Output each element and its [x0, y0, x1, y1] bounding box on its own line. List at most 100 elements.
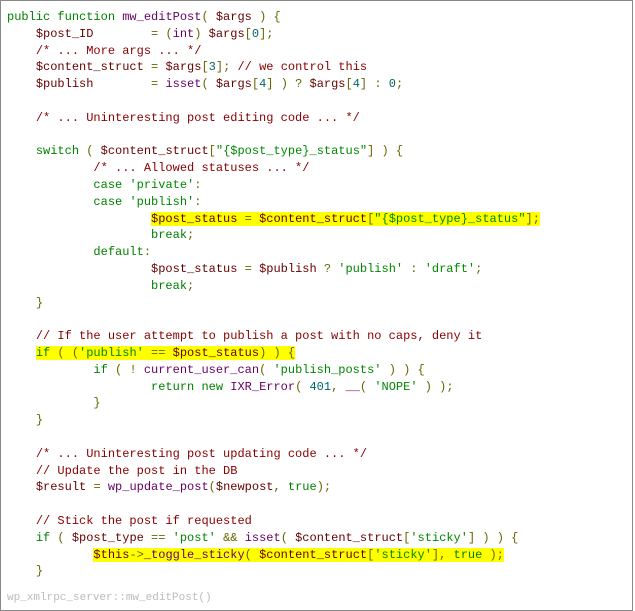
op: ;: [187, 228, 194, 242]
var: $args: [209, 27, 245, 41]
op: (: [165, 27, 172, 41]
op: (: [86, 144, 93, 158]
op: ],: [432, 548, 446, 562]
op: ]: [468, 531, 475, 545]
op: }: [36, 296, 43, 310]
comment: // Stick the post if requested: [36, 514, 252, 528]
num: 4: [353, 77, 360, 91]
kw-public: public: [7, 10, 50, 24]
var: $post_status: [173, 346, 259, 360]
op: ;: [187, 279, 194, 293]
op: }: [36, 564, 43, 578]
kw: case: [93, 195, 122, 209]
op: [: [252, 77, 259, 91]
str: 'publish': [338, 262, 403, 276]
fn: current_user_can: [144, 363, 259, 377]
op: (: [57, 531, 64, 545]
op: ): [259, 10, 266, 24]
op: ): [259, 346, 266, 360]
op: (: [259, 363, 266, 377]
op: =: [151, 77, 158, 91]
comment: /* ... Uninteresting post editing code .…: [36, 111, 360, 125]
op: (: [281, 531, 288, 545]
op: (: [360, 380, 367, 394]
str: 'publish_posts': [273, 363, 381, 377]
fn: __: [346, 380, 360, 394]
op: ): [403, 363, 410, 377]
op: ]: [367, 144, 374, 158]
kw: default: [93, 245, 143, 259]
op: :: [194, 195, 201, 209]
num: 0: [389, 77, 396, 91]
kw: switch: [36, 144, 79, 158]
op: [: [209, 144, 216, 158]
str: 'NOPE': [374, 380, 417, 394]
kw: if: [36, 531, 50, 545]
fn: IXR_Error: [230, 380, 295, 394]
op: ,: [273, 480, 280, 494]
kw: break: [151, 228, 187, 242]
op: ?: [295, 77, 302, 91]
op: =: [151, 60, 158, 74]
op: {: [396, 144, 403, 158]
op: [: [346, 77, 353, 91]
kw-function: function: [57, 10, 115, 24]
op: (: [245, 548, 252, 562]
comment: /* ... Uninteresting post updating code …: [36, 447, 367, 461]
code-block: public function mw_editPost ( $args ) { $…: [0, 0, 633, 611]
str: 'sticky': [410, 531, 468, 545]
op: ): [281, 77, 288, 91]
op: ];: [216, 60, 230, 74]
var: $result: [36, 480, 86, 494]
fn: isset: [245, 531, 281, 545]
op: {: [273, 10, 280, 24]
code-pre: public function mw_editPost ( $args ) { $…: [7, 9, 626, 580]
var: $args: [216, 77, 252, 91]
op: (: [209, 480, 216, 494]
op: !: [129, 363, 136, 377]
op: (: [201, 77, 208, 91]
str: "{$post_type}_status": [374, 212, 525, 226]
op: ): [389, 363, 396, 377]
var: $content_struct: [295, 531, 403, 545]
op: ==: [151, 346, 165, 360]
comment: // If the user attempt to publish a post…: [36, 329, 482, 343]
op: ]: [266, 77, 273, 91]
op: {: [418, 363, 425, 377]
kw: return: [151, 380, 194, 394]
kw: if: [93, 363, 107, 377]
op: ): [382, 144, 389, 158]
op: {: [511, 531, 518, 545]
fn: isset: [165, 77, 201, 91]
var: $args: [216, 10, 252, 24]
num: 401: [309, 380, 331, 394]
str: 'publish': [129, 195, 194, 209]
var: $publish: [259, 262, 317, 276]
op: );: [317, 480, 331, 494]
op: );: [439, 380, 453, 394]
kw: break: [151, 279, 187, 293]
fn-name: mw_editPost: [122, 10, 201, 24]
str: 'publish': [79, 346, 144, 360]
op: }: [36, 413, 43, 427]
var: $this: [93, 548, 129, 562]
comment: /* ... More args ... */: [36, 44, 202, 58]
op: (: [295, 380, 302, 394]
var: $content_struct: [101, 144, 209, 158]
var: $post_type: [72, 531, 144, 545]
op: }: [93, 396, 100, 410]
str: 'private': [129, 178, 194, 192]
op: ];: [526, 212, 540, 226]
fn: _toggle_sticky: [144, 548, 245, 562]
kw: if: [36, 346, 50, 360]
bool: true: [454, 548, 483, 562]
op: :: [194, 178, 201, 192]
code-caption: wp_xmlrpc_server::mw_editPost(): [7, 592, 626, 604]
op: );: [490, 548, 504, 562]
var: $newpost: [216, 480, 274, 494]
op: ];: [259, 27, 273, 41]
op: ?: [324, 262, 331, 276]
var: $args: [310, 77, 346, 91]
num: 3: [209, 60, 216, 74]
cast: int: [173, 27, 195, 41]
